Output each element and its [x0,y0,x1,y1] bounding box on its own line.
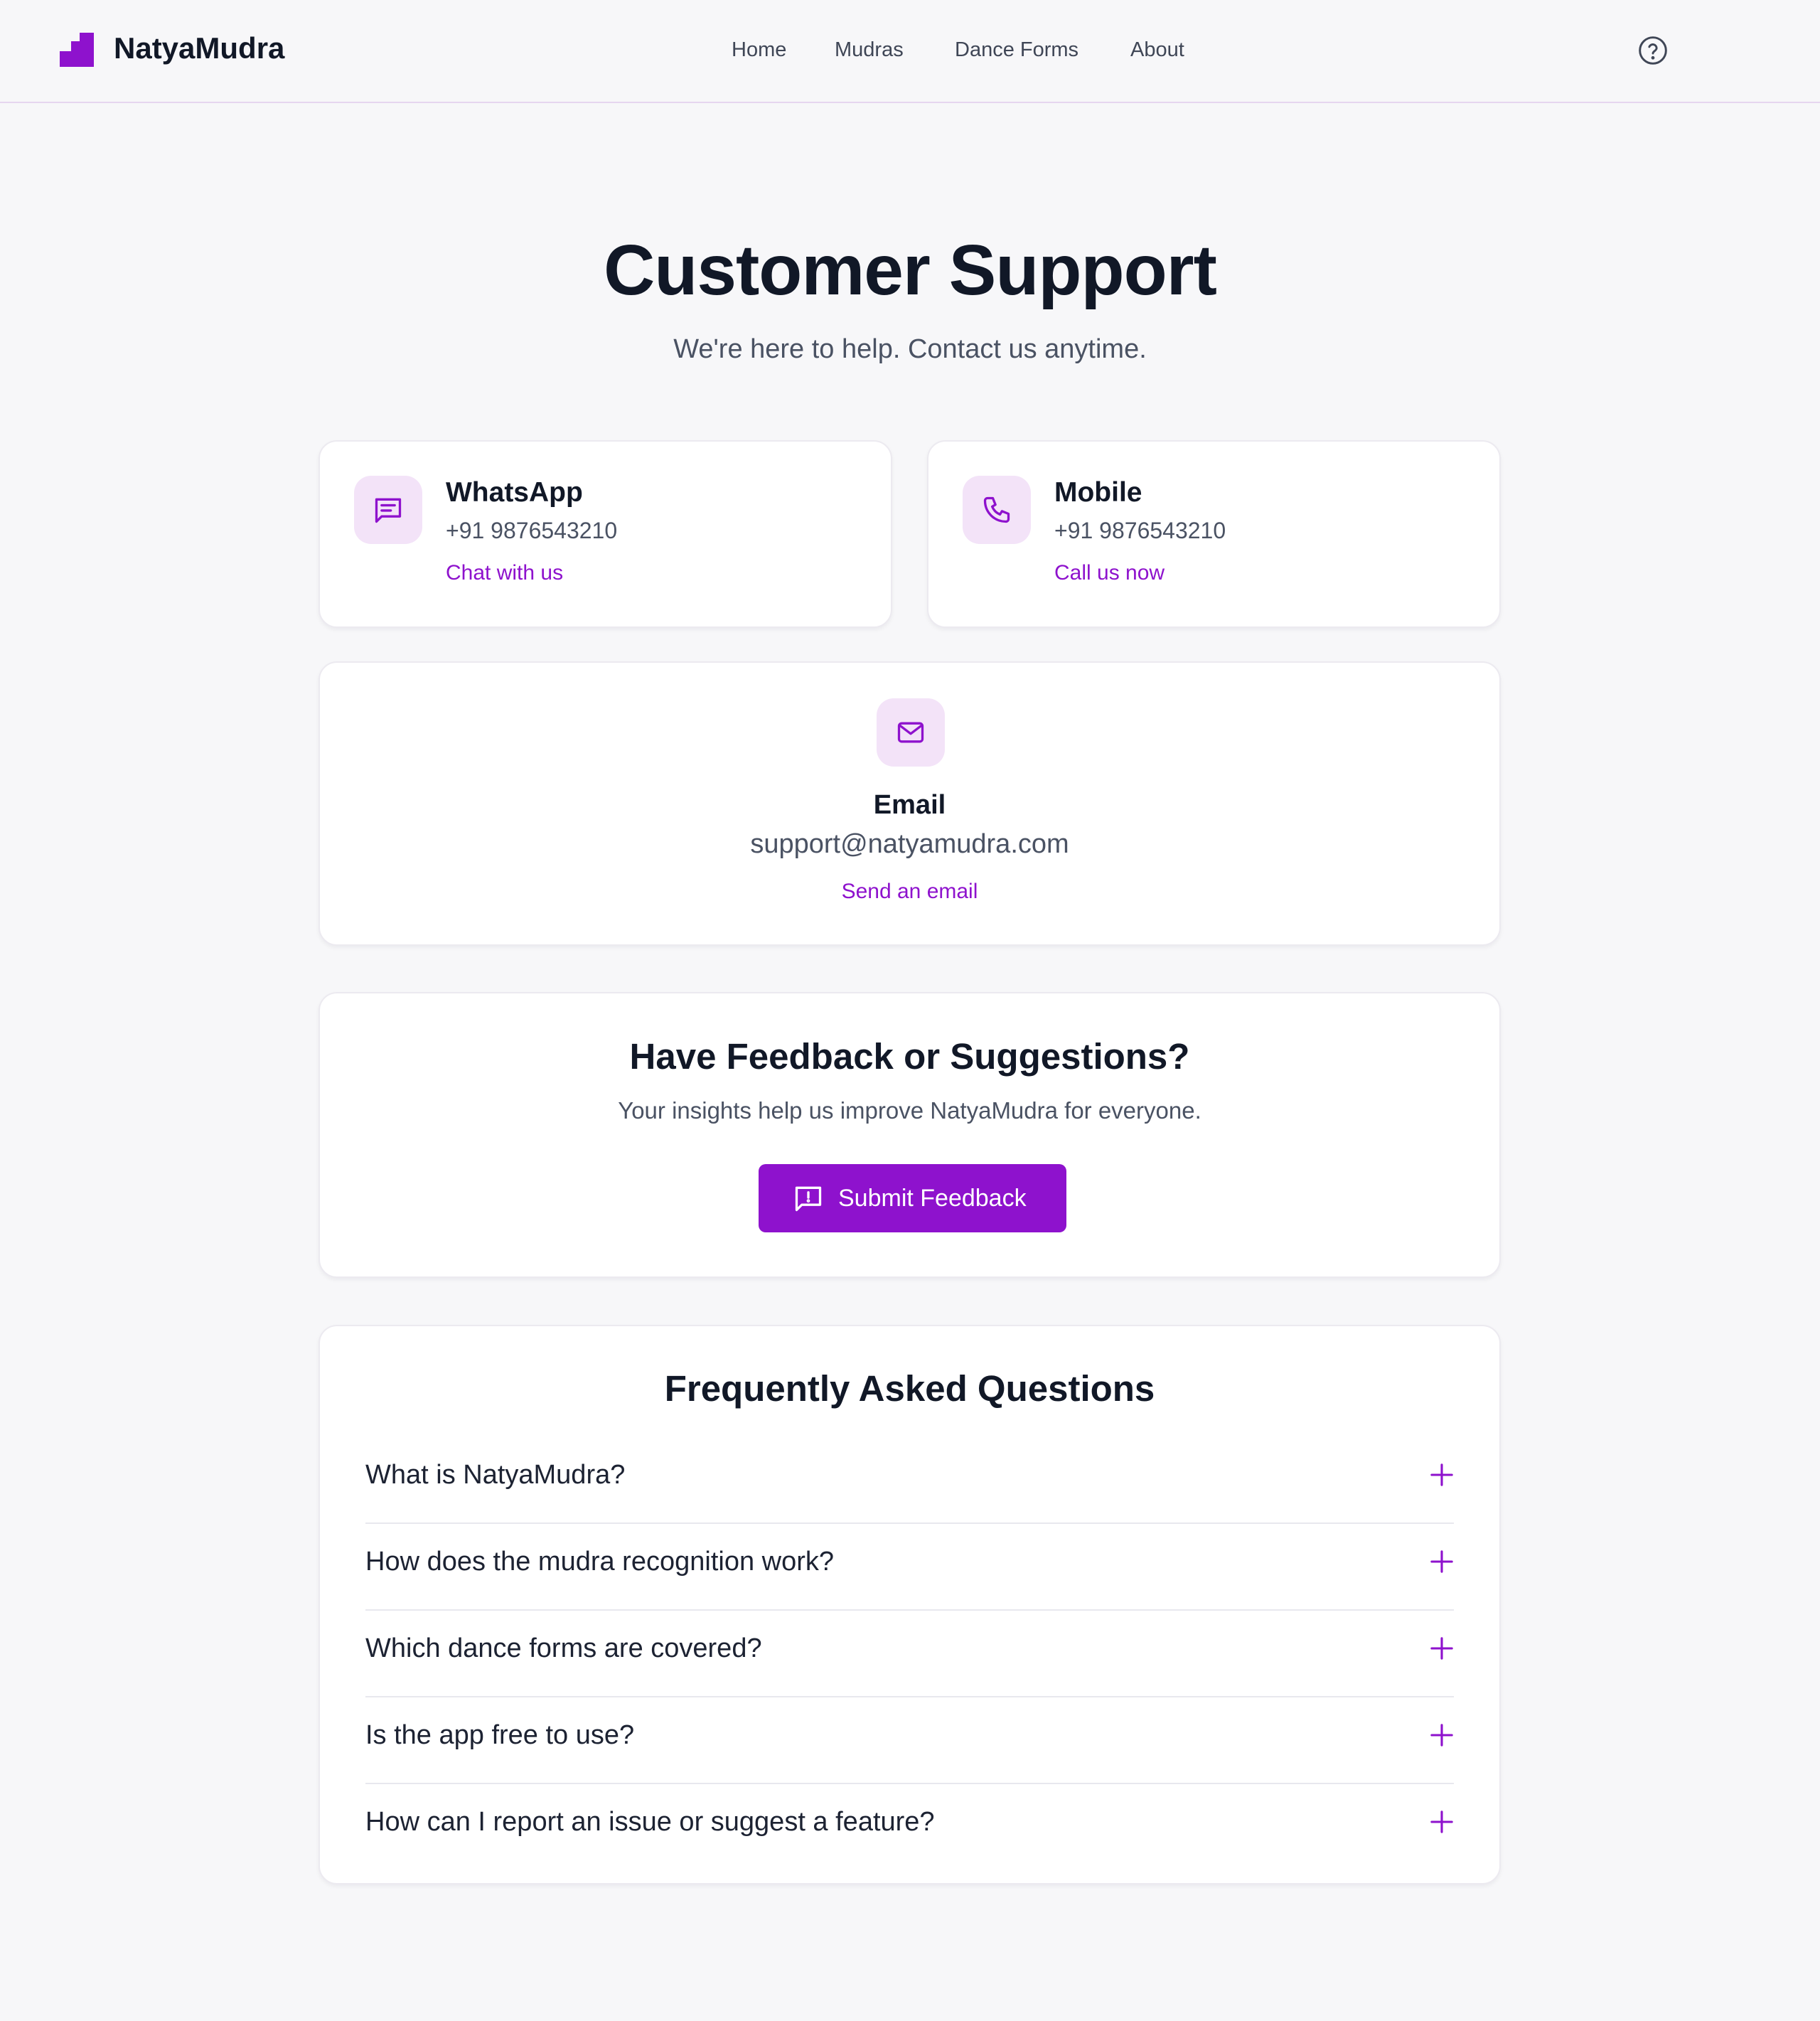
email-address: support@natyamudra.com [750,829,1069,859]
mobile-card: Mobile +91 9876543210 Call us now [927,440,1501,628]
email-icon-container [877,698,945,767]
email-title: Email [873,790,946,820]
whatsapp-title: WhatsApp [446,477,583,508]
plus-icon[interactable] [1430,1810,1454,1834]
mobile-number: +91 9876543210 [1054,518,1226,543]
faq-question: How does the mudra recognition work? [365,1547,835,1577]
faq-item[interactable]: Which dance forms are covered? [365,1611,1454,1697]
faq-item[interactable]: How does the mudra recognition work? [365,1524,1454,1611]
faq-question: Which dance forms are covered? [365,1633,762,1663]
mobile-icon-container [963,476,1031,544]
nav-home[interactable]: Home [732,34,786,65]
submit-feedback-label: Submit Feedback [838,1185,1027,1212]
feedback-title: Have Feedback or Suggestions? [629,1036,1190,1077]
plus-icon[interactable] [1430,1636,1454,1660]
nav-about[interactable]: About [1130,34,1184,65]
top-navigation-bar: NatyaMudra Home Mudras Dance Forms About [0,0,1820,103]
faq-question: How can I report an issue or suggest a f… [365,1807,935,1837]
chat-with-us-link[interactable]: Chat with us [446,559,563,587]
email-card: Email support@natyamudra.com Send an ema… [318,661,1501,946]
faq-card: Frequently Asked Questions What is Natya… [318,1325,1501,1884]
mail-icon [897,722,924,743]
call-us-now-link[interactable]: Call us now [1054,559,1165,587]
feedback-subtitle: Your insights help us improve NatyaMudra… [618,1097,1201,1124]
feedback-icon [795,1186,822,1212]
mobile-title: Mobile [1054,477,1142,508]
plus-icon[interactable] [1430,1723,1454,1747]
whatsapp-icon-container [354,476,422,544]
faq-question: Is the app free to use? [365,1720,635,1750]
page-title: Customer Support [604,230,1217,310]
feedback-card: Have Feedback or Suggestions? Your insig… [318,992,1501,1278]
faq-item[interactable]: Is the app free to use? [365,1697,1454,1784]
whatsapp-card: WhatsApp +91 9876543210 Chat with us [318,440,892,628]
faq-question: What is NatyaMudra? [365,1460,626,1490]
phone-icon [983,496,1010,523]
brand-name[interactable]: NatyaMudra [114,28,284,68]
plus-icon[interactable] [1430,1463,1454,1487]
nav-dance-forms[interactable]: Dance Forms [955,34,1078,65]
faq-title: Frequently Asked Questions [664,1368,1155,1409]
chat-icon [375,498,402,523]
faq-item[interactable]: What is NatyaMudra? [365,1437,1454,1524]
whatsapp-number: +91 9876543210 [446,518,618,543]
help-circle-icon[interactable] [1637,35,1669,66]
plus-icon[interactable] [1430,1550,1454,1574]
nav-mudras[interactable]: Mudras [835,34,904,65]
natyamudra-logo-icon[interactable] [60,33,94,67]
faq-item[interactable]: How can I report an issue or suggest a f… [365,1784,1454,1871]
page-subtitle: We're here to help. Contact us anytime. [673,334,1147,364]
submit-feedback-button[interactable]: Submit Feedback [759,1164,1066,1232]
send-an-email-link[interactable]: Send an email [320,878,1499,906]
